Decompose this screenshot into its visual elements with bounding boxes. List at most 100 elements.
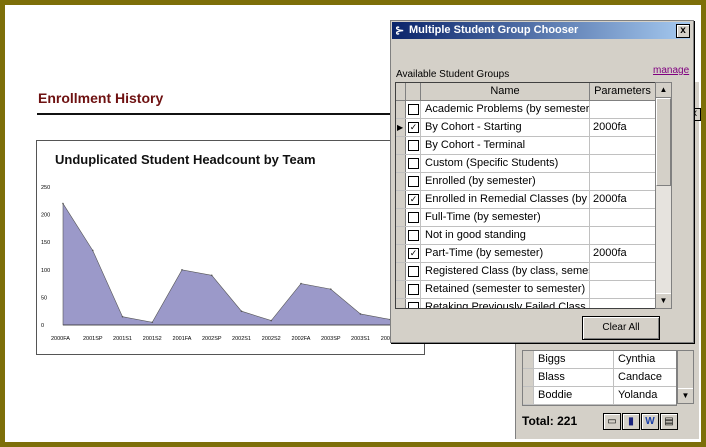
list-item[interactable]: Custom (Specific Students) — [396, 155, 655, 173]
row-checkbox-cell[interactable] — [406, 281, 421, 298]
group-name: Academic Problems (by semester) — [421, 101, 590, 118]
row-checkbox-cell[interactable] — [406, 137, 421, 154]
table-row[interactable]: Blass Candace — [523, 369, 676, 387]
scroll-down-icon[interactable]: ▼ — [678, 388, 693, 403]
checkbox[interactable] — [408, 302, 419, 308]
first-name: Cynthia — [618, 353, 656, 365]
list-item[interactable]: Registered Class (by class, semester — [396, 263, 655, 281]
x-tick-label: 2002S1 — [232, 336, 251, 342]
x-tick-label: 2001S2 — [143, 336, 162, 342]
data-point — [359, 313, 362, 315]
row-selector[interactable] — [396, 101, 406, 118]
group-name: Retained (semester to semester) — [421, 281, 590, 298]
dialog-titlebar[interactable]: ⊱ Multiple Student Group Chooser — [392, 22, 690, 39]
group-name: Part-Time (by semester) — [421, 245, 590, 262]
student-scrollbar[interactable]: ▼ — [677, 350, 694, 404]
checkbox[interactable] — [408, 266, 419, 277]
list-item[interactable]: ✓ Part-Time (by semester) 2000fa — [396, 245, 655, 263]
manage-link[interactable]: manage — [653, 65, 689, 76]
list-item[interactable]: By Cohort - Terminal — [396, 137, 655, 155]
row-selector[interactable] — [396, 263, 406, 280]
scroll-thumb[interactable] — [656, 98, 671, 186]
group-name: By Cohort - Starting — [421, 119, 590, 136]
row-selector[interactable] — [396, 281, 406, 298]
data-point — [210, 274, 213, 277]
row-selector[interactable] — [396, 227, 406, 244]
row-checkbox-cell[interactable] — [406, 173, 421, 190]
table-row[interactable]: Boddie Yolanda — [523, 387, 676, 405]
group-name: Enrolled (by semester) — [421, 173, 590, 190]
row-selector[interactable]: ▶ — [396, 119, 406, 136]
list-item[interactable]: Full-Time (by semester) — [396, 209, 655, 227]
dialog-title: Multiple Student Group Chooser — [409, 24, 579, 36]
word-export-icon[interactable]: W — [641, 413, 659, 430]
group-name: Retaking Previously Failed Class — [421, 299, 590, 308]
list-item[interactable]: ✓Enrolled in Remedial Classes (by sem200… — [396, 191, 655, 209]
row-selector[interactable] — [523, 387, 534, 404]
column-name[interactable]: Name — [421, 83, 590, 100]
scroll-up-icon[interactable]: ▲ — [656, 83, 671, 98]
chart-icon[interactable]: ▮ — [622, 413, 640, 430]
row-checkbox-cell[interactable]: ✓ — [406, 245, 421, 262]
checkbox[interactable]: ✓ — [408, 122, 419, 133]
app-icon: ⊱ — [395, 25, 405, 37]
row-checkbox-cell[interactable]: ✓ — [406, 191, 421, 208]
last-name: Blass — [534, 369, 614, 386]
checkbox[interactable] — [408, 140, 419, 151]
list-item[interactable]: ▶ ✓ By Cohort - Starting 2000fa — [396, 119, 655, 137]
row-checkbox-cell[interactable] — [406, 227, 421, 244]
column-parameters[interactable]: Parameters — [590, 83, 655, 100]
row-checkbox-cell[interactable] — [406, 299, 421, 308]
row-selector[interactable] — [523, 351, 534, 368]
list-item[interactable]: Enrolled (by semester) — [396, 173, 655, 191]
chart-title: Unduplicated Student Headcount by Team — [55, 152, 316, 167]
row-checkbox-cell[interactable] — [406, 101, 421, 118]
x-tick-label: 2001FA — [173, 336, 192, 342]
group-parameter — [590, 173, 655, 190]
grid-scrollbar[interactable]: ▲ ▼ — [655, 82, 672, 309]
print-icon[interactable]: ▭ — [603, 413, 621, 430]
group-parameter — [590, 263, 655, 280]
last-name: Boddie — [534, 387, 614, 404]
data-point — [329, 288, 332, 290]
checkbox[interactable]: ✓ — [408, 248, 419, 259]
available-groups-label: Available Student Groups — [396, 69, 510, 80]
clear-all-button[interactable]: Clear All — [582, 316, 660, 340]
table-row[interactable]: Biggs Cynthia — [523, 351, 676, 369]
row-checkbox-cell[interactable]: ✓ — [406, 119, 421, 136]
checkbox[interactable] — [408, 104, 419, 115]
group-name: Full-Time (by semester) — [421, 209, 590, 226]
list-item[interactable]: Retaking Previously Failed Class — [396, 299, 655, 308]
row-selector[interactable] — [396, 155, 406, 172]
row-selector[interactable] — [396, 299, 406, 308]
checkbox[interactable] — [408, 230, 419, 241]
checkbox[interactable] — [408, 284, 419, 295]
checkbox[interactable]: ✓ — [408, 194, 419, 205]
checkbox[interactable] — [408, 212, 419, 223]
list-item[interactable]: Academic Problems (by semester) — [396, 101, 655, 119]
group-name: Registered Class (by class, semester — [421, 263, 590, 280]
list-item[interactable]: Retained (semester to semester) — [396, 281, 655, 299]
row-selector[interactable] — [396, 209, 406, 226]
row-selector[interactable] — [396, 173, 406, 190]
y-tick-label: 50 — [41, 295, 47, 301]
checkbox[interactable] — [408, 176, 419, 187]
data-point — [62, 202, 64, 205]
close-icon[interactable]: x — [676, 24, 690, 38]
list-item[interactable]: Not in good standing — [396, 227, 655, 245]
series-area — [62, 202, 421, 326]
report-title: Enrollment History — [38, 90, 164, 106]
scroll-down-icon[interactable]: ▼ — [656, 293, 671, 308]
group-parameter: 2000fa — [593, 121, 627, 133]
group-name: Custom (Specific Students) — [421, 155, 590, 172]
table-icon[interactable]: ▤ — [660, 413, 678, 430]
row-selector[interactable] — [396, 137, 406, 154]
row-selector[interactable] — [396, 245, 406, 262]
row-selector[interactable] — [523, 369, 534, 386]
row-selector[interactable] — [396, 191, 406, 208]
row-checkbox-cell[interactable] — [406, 209, 421, 226]
row-checkbox-cell[interactable] — [406, 155, 421, 172]
row-checkbox-cell[interactable] — [406, 263, 421, 280]
x-tick-label: 2002S2 — [262, 336, 281, 342]
checkbox[interactable] — [408, 158, 419, 169]
